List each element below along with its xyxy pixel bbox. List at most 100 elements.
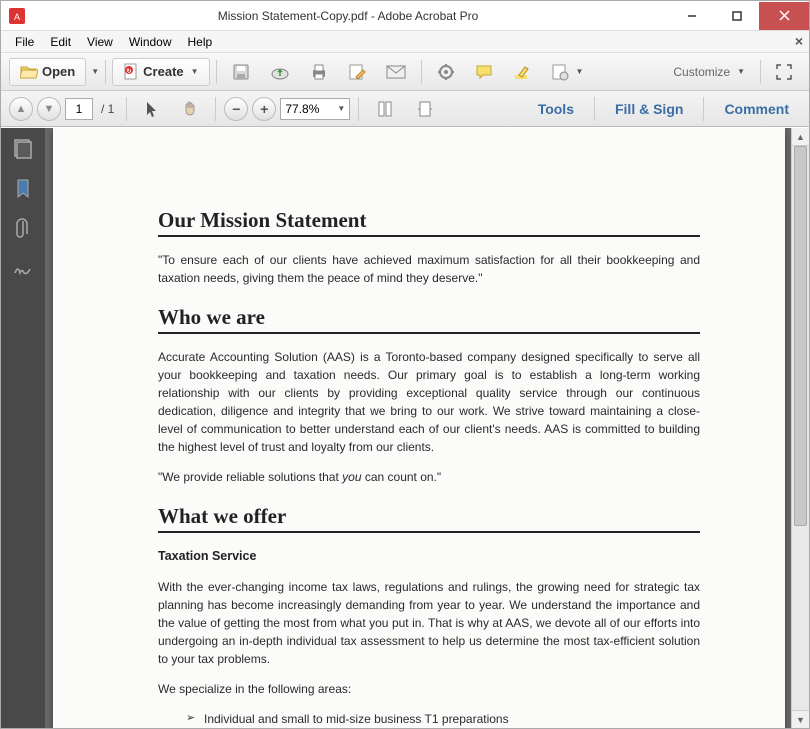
doc-heading-offer: What we offer	[158, 504, 700, 533]
edit-button[interactable]	[339, 58, 375, 86]
fit-width-icon	[416, 100, 434, 118]
scroll-up-icon[interactable]: ▲	[792, 128, 809, 146]
window-title: Mission Statement-Copy.pdf - Adobe Acrob…	[27, 9, 669, 23]
menu-edit[interactable]: Edit	[42, 33, 79, 51]
doc-list: Individual and small to mid-size busines…	[158, 710, 700, 728]
separator	[703, 97, 704, 121]
cloud-icon	[270, 64, 290, 80]
thumbnails-icon[interactable]	[12, 138, 34, 160]
scroll-down-icon[interactable]: ▼	[792, 710, 809, 728]
menu-view[interactable]: View	[79, 33, 121, 51]
gear-icon	[437, 63, 455, 81]
doc-subheading: Taxation Service	[158, 547, 700, 566]
navigation-sidebar	[1, 128, 45, 728]
speech-bubble-icon	[475, 64, 493, 80]
zoom-in-button[interactable]: +	[252, 97, 276, 121]
arrow-down-icon: ▼	[44, 103, 55, 115]
menu-window[interactable]: Window	[121, 33, 180, 51]
document-close-icon[interactable]: ×	[795, 33, 803, 49]
separator	[126, 97, 127, 121]
menubar: File Edit View Window Help ×	[1, 31, 809, 53]
settings-button[interactable]	[428, 58, 464, 86]
tools-panel-button[interactable]: Tools	[526, 95, 586, 123]
menu-file[interactable]: File	[7, 33, 42, 51]
doc-heading-who: Who we are	[158, 305, 700, 334]
document-viewport[interactable]: Our Mission Statement "To ensure each of…	[45, 128, 809, 728]
signatures-icon[interactable]	[12, 258, 34, 280]
doc-paragraph: Accurate Accounting Solution (AAS) is a …	[158, 348, 700, 456]
separator	[760, 60, 761, 84]
page-number-input[interactable]	[65, 98, 93, 120]
cloud-button[interactable]	[261, 58, 299, 86]
hand-tool-button[interactable]	[173, 95, 207, 123]
hand-icon	[182, 100, 198, 118]
next-page-button[interactable]: ▼	[37, 97, 61, 121]
close-button[interactable]	[759, 2, 809, 30]
customize-button[interactable]: Customize ▼	[664, 58, 754, 86]
titlebar: A Mission Statement-Copy.pdf - Adobe Acr…	[1, 1, 809, 31]
svg-text:A: A	[14, 12, 20, 22]
create-dropdown-icon: ▼	[191, 67, 199, 76]
stamp-icon	[551, 63, 569, 81]
cursor-icon	[144, 100, 160, 118]
separator	[216, 60, 217, 84]
comment-bubble-button[interactable]	[466, 58, 502, 86]
pdf-page: Our Mission Statement "To ensure each of…	[53, 128, 785, 728]
edit-page-icon	[348, 63, 366, 81]
page-total-label: / 1	[101, 102, 114, 116]
minimize-button[interactable]	[669, 2, 714, 30]
menu-help[interactable]: Help	[180, 33, 221, 51]
open-dropdown-icon[interactable]: ▼	[91, 67, 99, 76]
chevron-down-icon: ▼	[737, 67, 745, 76]
attachments-icon[interactable]	[12, 218, 34, 240]
separator	[421, 60, 422, 84]
list-item: Individual and small to mid-size busines…	[186, 710, 700, 728]
maximize-button[interactable]	[714, 2, 759, 30]
main-toolbar: Open ▼ ↻ Create ▼ ▼ Customize ▼	[1, 53, 809, 91]
save-button[interactable]	[223, 58, 259, 86]
zoom-select[interactable]: 77.8%▼	[280, 98, 350, 120]
create-button[interactable]: ↻ Create ▼	[112, 58, 209, 86]
select-tool-button[interactable]	[135, 95, 169, 123]
bookmarks-icon[interactable]	[12, 178, 34, 200]
folder-open-icon	[20, 64, 38, 80]
fill-sign-panel-button[interactable]: Fill & Sign	[603, 95, 695, 123]
workspace: Our Mission Statement "To ensure each of…	[1, 128, 809, 728]
email-button[interactable]	[377, 58, 415, 86]
customize-label: Customize	[673, 65, 730, 79]
separator	[358, 97, 359, 121]
arrow-up-icon: ▲	[16, 103, 27, 115]
stamp-button[interactable]: ▼	[542, 58, 593, 86]
create-label: Create	[143, 64, 183, 79]
chevron-down-icon: ▼	[576, 67, 584, 76]
fullscreen-icon	[776, 64, 792, 80]
prev-page-button[interactable]: ▲	[9, 97, 33, 121]
zoom-out-button[interactable]: −	[224, 97, 248, 121]
chevron-down-icon: ▼	[337, 104, 345, 113]
create-pdf-icon: ↻	[123, 63, 139, 81]
highlight-button[interactable]	[504, 58, 540, 86]
separator	[215, 97, 216, 121]
envelope-icon	[386, 65, 406, 79]
open-label: Open	[42, 64, 75, 79]
fit-width-button[interactable]	[407, 95, 443, 123]
doc-heading-mission: Our Mission Statement	[158, 208, 700, 237]
comment-panel-button[interactable]: Comment	[712, 95, 801, 123]
window-controls	[669, 2, 809, 30]
doc-paragraph: "We provide reliable solutions that you …	[158, 468, 700, 486]
open-button[interactable]: Open	[9, 58, 86, 86]
doc-paragraph: We specialize in the following areas:	[158, 680, 700, 698]
doc-paragraph: "To ensure each of our clients have achi…	[158, 251, 700, 287]
fit-page-button[interactable]	[367, 95, 403, 123]
save-icon	[232, 63, 250, 81]
highlight-icon	[513, 63, 531, 81]
fullscreen-button[interactable]	[767, 58, 801, 86]
print-icon	[310, 63, 328, 81]
pdf-app-icon: A	[7, 6, 27, 26]
fit-page-icon	[376, 100, 394, 118]
navigation-toolbar: ▲ ▼ / 1 − + 77.8%▼ Tools Fill & Sign Com…	[1, 91, 809, 127]
separator	[594, 97, 595, 121]
vertical-scrollbar[interactable]: ▲ ▼	[791, 128, 809, 728]
scroll-thumb[interactable]	[794, 146, 807, 526]
print-button[interactable]	[301, 58, 337, 86]
